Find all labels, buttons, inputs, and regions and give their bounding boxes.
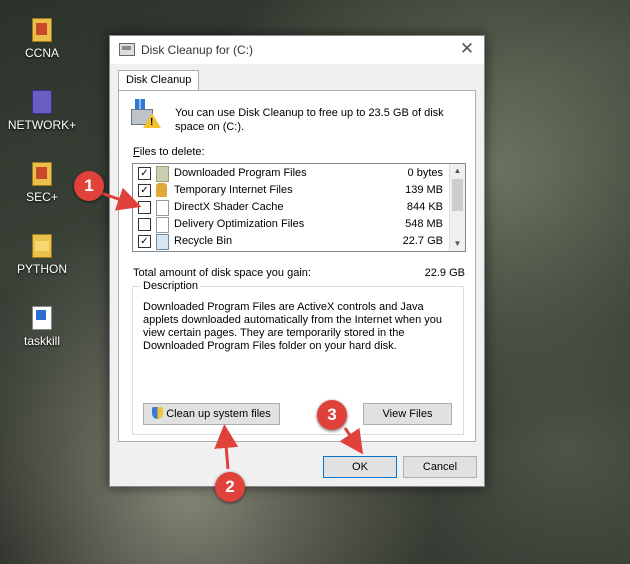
ok-button[interactable]: OK — [323, 456, 397, 478]
file-category-name: Downloaded Program Files — [174, 167, 307, 179]
file-category-size: 22.7 GB — [402, 235, 443, 247]
file-category-name: Delivery Optimization Files — [174, 218, 305, 230]
desktop-icon-ccna[interactable]: CCNA — [7, 18, 77, 60]
title-bar[interactable]: Disk Cleanup for (C:) ✕ — [110, 36, 484, 64]
description-text: Downloaded Program Files are ActiveX con… — [143, 301, 443, 352]
list-item[interactable]: ✓ Downloaded Program Files 0 bytes — [133, 165, 449, 182]
desktop-icon-network-plus[interactable]: NETWORK+ — [7, 90, 77, 132]
checkbox[interactable] — [138, 201, 151, 214]
desktop-icon-label: NETWORK+ — [7, 118, 77, 132]
total-space-value: 22.9 GB — [424, 267, 465, 279]
list-item[interactable]: ✓ Temporary Internet Files 139 MB — [133, 182, 449, 199]
file-category-name: Recycle Bin — [174, 235, 233, 247]
annotation-badge-2: 2 — [215, 472, 245, 502]
annotation-badge-3: 3 — [317, 400, 347, 430]
scroll-down-icon[interactable]: ▼ — [450, 237, 465, 251]
list-item[interactable]: DirectX Shader Cache 844 KB — [133, 199, 449, 216]
checkbox[interactable] — [138, 218, 151, 231]
desktop-icon-sec-plus[interactable]: SEC+ — [7, 162, 77, 204]
recycle-bin-icon — [156, 234, 169, 250]
desktop-icon-label: PYTHON — [16, 262, 67, 276]
lock-icon — [156, 183, 167, 197]
scroll-thumb[interactable] — [452, 179, 463, 211]
checkbox[interactable]: ✓ — [138, 184, 151, 197]
uac-shield-icon — [152, 407, 164, 419]
info-message: You can use Disk Cleanup to free up to 2… — [175, 107, 444, 133]
desktop-icon-python[interactable]: PYTHON — [7, 234, 77, 276]
page-icon — [156, 217, 169, 233]
annotation-badge-1: 1 — [74, 171, 104, 201]
file-category-size: 844 KB — [406, 201, 443, 213]
winrar-archive-icon — [32, 162, 52, 186]
shortcut-icon — [32, 306, 52, 330]
desktop-icon-taskkill[interactable]: taskkill — [7, 306, 77, 348]
clean-up-system-files-button[interactable]: Clean up system files — [143, 403, 280, 425]
file-category-name: Temporary Internet Files — [174, 184, 293, 196]
files-to-delete-list[interactable]: ✓ Downloaded Program Files 0 bytes ✓ Tem… — [132, 163, 466, 252]
total-space-label: Total amount of disk space you gain: — [133, 267, 311, 279]
window-title: Disk Cleanup for (C:) — [141, 43, 254, 57]
file-category-size: 139 MB — [405, 184, 443, 196]
list-scrollbar[interactable]: ▲ ▼ — [449, 164, 465, 251]
view-files-button[interactable]: View Files — [363, 403, 452, 425]
disk-cleanup-drive-icon: ! — [129, 99, 163, 129]
winrar-archive-icon — [32, 18, 52, 42]
file-category-size: 0 bytes — [407, 167, 443, 179]
folder-icon — [156, 166, 169, 182]
file-category-name: DirectX Shader Cache — [174, 201, 284, 213]
file-category-size: 548 MB — [405, 218, 443, 230]
scroll-up-icon[interactable]: ▲ — [450, 164, 465, 178]
checkbox[interactable]: ✓ — [138, 235, 151, 248]
list-item[interactable]: ✓ Recycle Bin 22.7 GB — [133, 233, 449, 250]
winrar-archive-icon — [32, 90, 52, 114]
disk-cleanup-dialog: Disk Cleanup for (C:) ✕ Disk Cleanup ! Y… — [109, 35, 485, 487]
desktop-icon-label: taskkill — [23, 334, 60, 348]
checkbox[interactable]: ✓ — [138, 167, 151, 180]
cancel-button[interactable]: Cancel — [403, 456, 477, 478]
disk-cleanup-app-icon — [119, 43, 135, 56]
list-item[interactable]: Delivery Optimization Files 548 MB — [133, 216, 449, 233]
close-icon[interactable]: ✕ — [458, 39, 476, 59]
files-to-delete-label: Files to delete: — [133, 146, 205, 158]
tab-disk-cleanup[interactable]: Disk Cleanup — [118, 70, 200, 90]
tab-panel: ! You can use Disk Cleanup to free up to… — [118, 90, 476, 442]
desktop-icon-label: SEC+ — [26, 190, 58, 204]
folder-icon — [32, 234, 52, 258]
desktop-icon-label: CCNA — [24, 46, 59, 60]
description-legend: Description — [141, 280, 201, 292]
page-icon — [156, 200, 169, 216]
